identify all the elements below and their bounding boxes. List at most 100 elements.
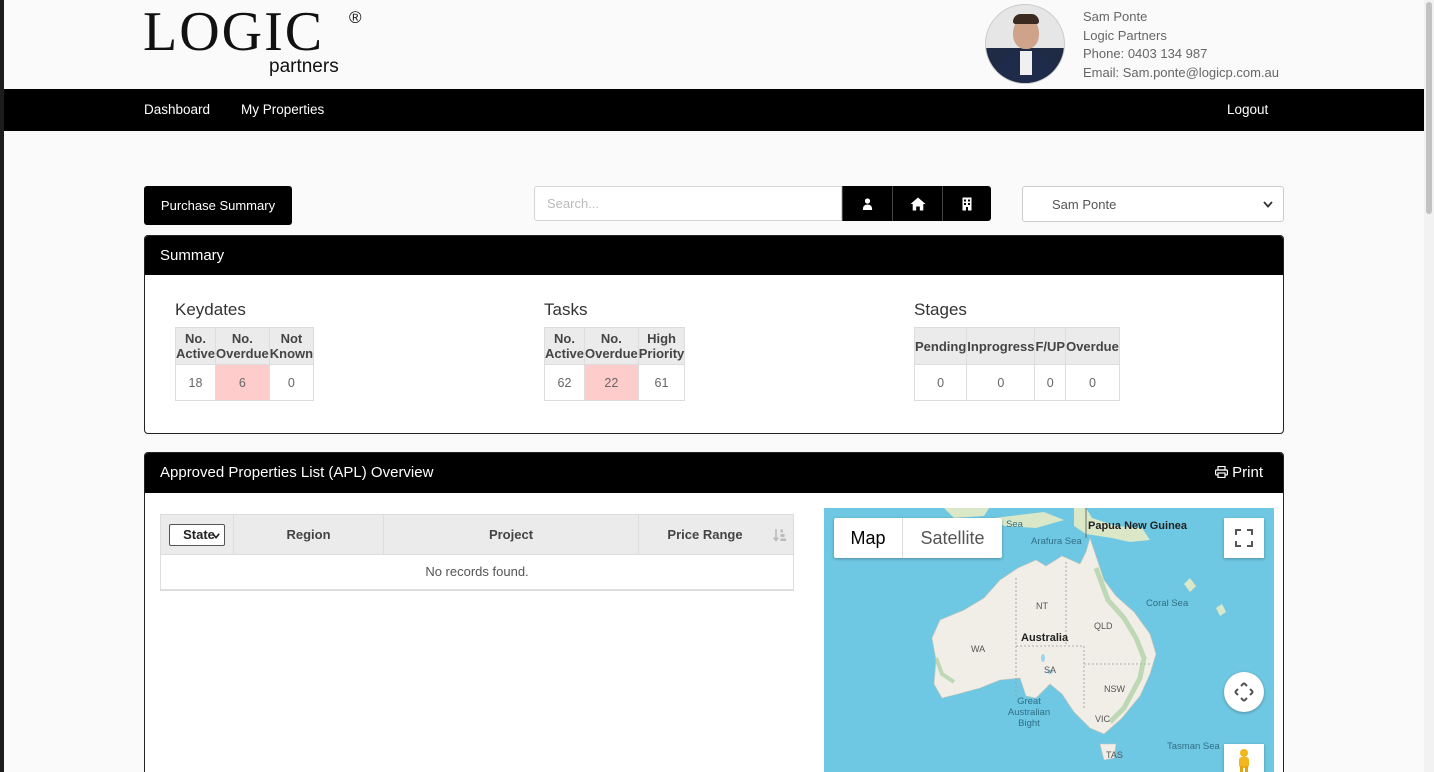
tasks-active-value[interactable]: 62 (543, 364, 586, 401)
tasks-header-priority: High Priority (637, 327, 686, 365)
stages-header-inprogress: Inprogress (966, 327, 1036, 365)
map-label-arafura-sea: Arafura Sea (1031, 536, 1082, 547)
logout-link[interactable]: Logout (1227, 89, 1268, 131)
map-label-qld: QLD (1094, 621, 1113, 631)
keydates-header-overdue: No. Overdue (215, 327, 270, 365)
state-filter-label: State (183, 527, 215, 542)
print-label: Print (1232, 464, 1263, 481)
nav-dashboard[interactable]: Dashboard (144, 89, 210, 131)
street-view-pegman[interactable] (1224, 744, 1264, 772)
main-navbar: Dashboard My Properties Logout (4, 89, 1424, 131)
tasks-header-overdue: No. Overdue (584, 327, 639, 365)
home-icon (910, 197, 925, 210)
map-label-tasman-sea: Tasman Sea (1167, 741, 1220, 752)
map-label-nsw: NSW (1104, 684, 1125, 694)
printer-icon (1214, 465, 1228, 479)
contact-phone: Phone: 0403 134 987 (1083, 46, 1208, 62)
contact-info: Sam Ponte Logic Partners Phone: 0403 134… (1083, 8, 1279, 83)
tasks-overdue-value[interactable]: 22 (584, 364, 639, 401)
keydates-header-unknown: Not Known (268, 327, 315, 365)
keydates-block: Keydates No. Active No. Overdue Not Know… (174, 300, 315, 401)
tasks-title: Tasks (544, 300, 588, 319)
stages-header-pending: Pending (913, 327, 968, 365)
logo[interactable]: LOGIC ® partners (143, 4, 373, 84)
user-icon (862, 197, 873, 210)
search-input[interactable] (534, 186, 842, 221)
price-range-column-header[interactable]: Price Range (639, 515, 795, 555)
stages-pending-value[interactable]: 0 (913, 364, 968, 401)
map-type-tabs: Map Satellite (834, 518, 1002, 558)
map-pan-control[interactable] (1224, 672, 1264, 712)
map-label-tas: TAS (1106, 750, 1123, 760)
keydates-title: Keydates (175, 300, 246, 319)
stages-block: Stages Pending Inprogress F/UP Overdue 0… (913, 300, 1120, 401)
map-tab-map[interactable]: Map (834, 518, 903, 558)
stages-inprogress-value[interactable]: 0 (966, 364, 1036, 401)
chevron-down-icon (212, 533, 220, 539)
logo-subtitle: partners (269, 56, 339, 77)
logo-registered-mark: ® (349, 8, 362, 27)
pegman-icon (1239, 749, 1249, 772)
stages-overdue-value[interactable]: 0 (1065, 364, 1120, 401)
apl-table: State Region Project Price Range No reco… (160, 514, 794, 591)
map-label-sea: Sea (1006, 519, 1023, 530)
purchase-summary-button[interactable]: Purchase Summary (144, 186, 292, 225)
apl-panel-header: Approved Properties List (APL) Overview … (145, 453, 1283, 493)
stages-table: Pending Inprogress F/UP Overdue 0 0 0 0 (913, 327, 1120, 401)
stages-fup-value[interactable]: 0 (1034, 364, 1067, 401)
map-label-great-australian-bight: Great Australian Bight (1007, 696, 1051, 729)
map-label-wa: WA (971, 644, 986, 654)
stages-title: Stages (914, 300, 967, 319)
search-user-button[interactable] (842, 186, 892, 221)
keydates-table: No. Active No. Overdue Not Known 18 6 0 (174, 327, 315, 401)
region-column-header[interactable]: Region (234, 515, 384, 555)
tasks-block: Tasks No. Active No. Overdue High Priori… (543, 300, 686, 401)
search-home-button[interactable] (892, 186, 942, 221)
keydates-active-value[interactable]: 18 (174, 364, 217, 401)
print-button[interactable]: Print (1214, 453, 1263, 493)
building-icon (962, 197, 972, 210)
agent-select-value: Sam Ponte (1052, 197, 1117, 212)
summary-title: Summary (160, 247, 225, 264)
state-filter-select[interactable]: State (169, 524, 225, 546)
nav-my-properties[interactable]: My Properties (241, 89, 324, 131)
state-column: State (161, 515, 234, 555)
summary-panel-header: Summary (145, 236, 1283, 275)
map-label-vic: VIC (1095, 714, 1111, 724)
apl-panel: Approved Properties List (APL) Overview … (144, 452, 1284, 772)
page-scrollbar[interactable] (1424, 0, 1434, 772)
pan-arrows-icon (1234, 682, 1254, 702)
summary-panel: Summary Keydates No. Active No. Overdue … (144, 235, 1284, 434)
fullscreen-icon (1235, 529, 1253, 547)
sort-icon (773, 529, 787, 542)
stages-header-overdue: Overdue (1065, 327, 1120, 365)
contact-company: Logic Partners (1083, 27, 1167, 43)
map-label-png: Papua New Guinea (1088, 520, 1188, 532)
price-range-label: Price Range (667, 527, 743, 542)
contact-name: Sam Ponte (1083, 9, 1148, 24)
chevron-down-icon (1263, 187, 1273, 223)
apl-table-header: State Region Project Price Range (161, 515, 793, 555)
avatar (985, 4, 1065, 84)
tasks-priority-value[interactable]: 61 (637, 364, 686, 401)
map-label-coral-sea: Coral Sea (1146, 598, 1189, 609)
project-column-header[interactable]: Project (384, 515, 639, 555)
map-label-sa: SA (1044, 665, 1057, 675)
stages-header-fup: F/UP (1034, 327, 1067, 365)
scrollbar-thumb[interactable] (1426, 2, 1432, 214)
apl-empty-message: No records found. (425, 564, 529, 579)
keydates-overdue-value[interactable]: 6 (215, 364, 270, 401)
keydates-unknown-value[interactable]: 0 (268, 364, 315, 401)
map-label-nt: NT (1036, 601, 1048, 611)
map-view[interactable]: Map Satellite Papua New Guinea Arafura S… (824, 508, 1274, 772)
tasks-table: No. Active No. Overdue High Priority 62 … (543, 327, 686, 401)
keydates-header-active: No. Active (174, 327, 217, 365)
apl-title: Approved Properties List (APL) Overview (160, 464, 434, 481)
contact-email: Email: Sam.ponte@logicp.com.au (1083, 65, 1280, 81)
map-tab-satellite[interactable]: Satellite (903, 518, 1002, 558)
tasks-header-active: No. Active (543, 327, 586, 365)
fullscreen-button[interactable] (1224, 518, 1264, 558)
logo-wordmark: LOGIC (143, 1, 325, 63)
search-building-button[interactable] (942, 186, 991, 221)
agent-select[interactable]: Sam Ponte (1022, 186, 1284, 222)
